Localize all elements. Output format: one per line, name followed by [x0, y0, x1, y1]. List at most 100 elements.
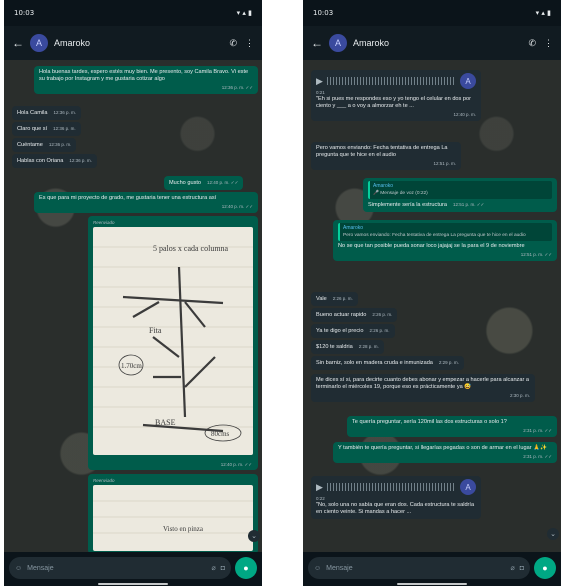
- message-incoming[interactable]: Pero vamos enviando: Fecha tentativa de …: [311, 142, 461, 170]
- message-time: 2:28 p. m.: [358, 344, 379, 349]
- message-time: 2:26 p. m.: [372, 312, 393, 317]
- sketch-note: 5 palos x cada columna: [153, 244, 229, 253]
- more-options-icon[interactable]: ⋮: [245, 38, 254, 49]
- message-image-outgoing[interactable]: Reenviado 5 palos x cada columna Fita 1.…: [88, 216, 258, 470]
- message-time: 2:30 p. m.: [509, 393, 530, 398]
- message-outgoing[interactable]: Mucho gusto 12:40 p. m. ✓✓: [164, 176, 244, 190]
- scroll-down-icon[interactable]: ⌄: [248, 530, 260, 542]
- forwarded-label: Reenviado: [93, 478, 115, 483]
- message-incoming[interactable]: $120 te saldria 2:28 p. m.: [311, 340, 384, 354]
- scroll-down-icon[interactable]: ⌄: [547, 528, 559, 540]
- waveform[interactable]: [326, 77, 456, 85]
- back-arrow-icon[interactable]: ←: [311, 36, 327, 50]
- sketch-note: Visto en pinza: [163, 525, 204, 533]
- message-outgoing[interactable]: Hola buenas tardes, espero estés muy bie…: [34, 66, 258, 94]
- sketch-note: 80cms: [211, 430, 230, 438]
- microphone-icon[interactable]: ●: [235, 557, 257, 579]
- status-bar: 10:03 ▾ ▴ ▮: [303, 0, 561, 26]
- message-input[interactable]: ☺ Mensaje ⌀ ◘: [9, 557, 231, 579]
- message-incoming[interactable]: Claro que sí 12:36 p. m.: [12, 122, 81, 136]
- contact-name[interactable]: Amaroko: [353, 38, 528, 48]
- camera-icon[interactable]: ◘: [520, 565, 524, 572]
- call-icon[interactable]: ✆: [229, 38, 237, 49]
- gesture-bar: [397, 583, 467, 585]
- message-image-outgoing[interactable]: Reenviado Visto en pinza: [88, 474, 258, 552]
- message-text: Es que para mi proyecto de grado, me gus…: [39, 195, 217, 201]
- message-incoming[interactable]: Hablas con Oriana 12:36 p. m.: [12, 154, 97, 168]
- sketch-photo[interactable]: Visto en pinza: [93, 485, 253, 551]
- quoted-message[interactable]: Amaroko 🎤 Mensaje de voz (0:22): [368, 181, 552, 199]
- waveform[interactable]: [326, 483, 456, 491]
- sender-avatar: A: [460, 479, 476, 495]
- contact-name[interactable]: Amaroko: [54, 38, 229, 48]
- message-incoming[interactable]: Ya te digo el precio 2:26 p. m.: [311, 324, 395, 338]
- message-time: 12:51 p. m. ✓✓: [452, 202, 485, 207]
- microphone-icon[interactable]: ●: [534, 557, 556, 579]
- attach-icon[interactable]: ⌀: [212, 564, 216, 572]
- message-text: Claro que sí: [17, 126, 48, 132]
- voice-duration: 0:22: [316, 496, 325, 501]
- message-time: 12:36 p. m.: [69, 158, 92, 163]
- sketch-photo[interactable]: 5 palos x cada columna Fita 1.70cm BASE …: [93, 227, 253, 455]
- message-time: 12:36 p. m.: [53, 126, 76, 131]
- composer: ☺ Mensaje ⌀ ◘ ●: [303, 554, 561, 582]
- message-text: Y también te quería preguntar, si llegar…: [338, 445, 548, 451]
- message-text: Hola Camila: [17, 110, 48, 116]
- message-time: 2:31 p. m. ✓✓: [523, 454, 552, 459]
- message-incoming[interactable]: Bueno actuar rapido 2:26 p. m.: [311, 308, 398, 322]
- message-text: Simplemente sería la estructura: [368, 202, 447, 208]
- forwarded-label: Reenviado: [93, 220, 115, 225]
- message-incoming[interactable]: Me dices sí si, para decirte cuanto debe…: [311, 374, 535, 402]
- message-time: 12:36 p. m. ✓✓: [221, 85, 253, 90]
- message-text: Te quería preguntar, sería 120mil las do…: [352, 419, 507, 425]
- message-outgoing-reply[interactable]: Amaroko Pero vamos enviando: Fecha tenta…: [333, 220, 557, 261]
- message-outgoing[interactable]: Te quería preguntar, sería 120mil las do…: [347, 416, 557, 437]
- chat-header: ← A Amaroko ✆ ⋮: [303, 26, 561, 60]
- message-outgoing-reply[interactable]: Amaroko 🎤 Mensaje de voz (0:22) Simpleme…: [363, 178, 557, 212]
- contact-avatar[interactable]: A: [329, 34, 347, 52]
- message-incoming[interactable]: Sin barniz, solo en madera cruda e inmun…: [311, 356, 464, 370]
- message-input[interactable]: ☺ Mensaje ⌀ ◘: [308, 557, 530, 579]
- emoji-icon[interactable]: ☺: [314, 565, 321, 572]
- call-icon[interactable]: ✆: [528, 38, 536, 49]
- back-arrow-icon[interactable]: ←: [12, 36, 28, 50]
- play-icon[interactable]: ▶: [316, 76, 323, 85]
- emoji-icon[interactable]: ☺: [15, 565, 22, 572]
- sketch-note: 1.70cm: [121, 362, 142, 370]
- contact-avatar[interactable]: A: [30, 34, 48, 52]
- message-list[interactable]: ▶ A 0:21 "Eh si pues me respondes eso y …: [303, 60, 561, 552]
- message-text: Cuéntame: [17, 142, 43, 148]
- message-incoming[interactable]: Hola Camila 12:36 p. m.: [12, 106, 81, 120]
- message-list[interactable]: Hola buenas tardes, espero estés muy bie…: [4, 60, 262, 552]
- sketch-note: BASE: [155, 418, 176, 427]
- message-time: 12:36 p. m.: [48, 142, 72, 147]
- quote-sender: Amaroko: [373, 183, 394, 189]
- message-placeholder: Mensaje: [27, 564, 54, 572]
- phone-screen-right: 10:03 ▾ ▴ ▮ ← A Amaroko ✆ ⋮ ▶ A 0:21 "Eh…: [303, 0, 561, 586]
- composer: ☺ Mensaje ⌀ ◘ ●: [4, 554, 262, 582]
- message-text: Hablas con Oriana: [17, 158, 64, 164]
- message-outgoing[interactable]: Y también te quería preguntar, si llegar…: [333, 442, 557, 463]
- quote-sender: Amaroko: [343, 225, 364, 231]
- message-text: Pero vamos enviando: Fecha tentativa de …: [316, 145, 448, 158]
- message-incoming[interactable]: Vale 2:26 p. m.: [311, 292, 358, 306]
- message-incoming[interactable]: Cuéntame 12:36 p. m.: [12, 138, 77, 152]
- message-text: Vale: [316, 296, 327, 302]
- voice-message-incoming[interactable]: ▶ A 0:22 "No, solo una no sabía que eran…: [311, 476, 481, 519]
- status-time: 10:03: [313, 9, 334, 17]
- voice-message-incoming[interactable]: ▶ A 0:21 "Eh si pues me respondes eso y …: [311, 70, 481, 121]
- message-time: 12:40 p. m. ✓✓: [220, 462, 252, 467]
- message-text: No se que tan posible pueda sonar loco j…: [338, 243, 525, 249]
- status-icons: ▾ ▴ ▮: [236, 9, 252, 17]
- camera-icon[interactable]: ◘: [221, 565, 225, 572]
- message-time: 12:51 p. m. ✓✓: [520, 252, 552, 257]
- message-time: 2:26 p. m.: [369, 328, 390, 333]
- status-bar: 10:03 ▾ ▴ ▮: [4, 0, 262, 26]
- quoted-message[interactable]: Amaroko Pero vamos enviando: Fecha tenta…: [338, 223, 552, 241]
- phone-screen-left: 10:03 ▾ ▴ ▮ ← A Amaroko ✆ ⋮ Hola buenas …: [4, 0, 262, 586]
- message-time: 12:40 p. m. ✓✓: [207, 180, 239, 185]
- play-icon[interactable]: ▶: [316, 482, 323, 491]
- attach-icon[interactable]: ⌀: [511, 564, 515, 572]
- more-options-icon[interactable]: ⋮: [544, 38, 553, 49]
- message-outgoing[interactable]: Es que para mi proyecto de grado, me gus…: [34, 192, 258, 213]
